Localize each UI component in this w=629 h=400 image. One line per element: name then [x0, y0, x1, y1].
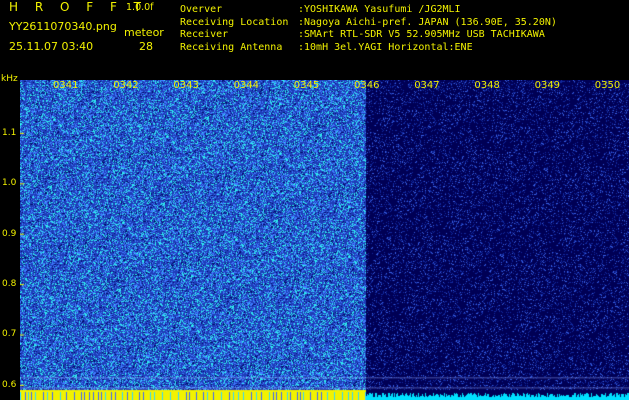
freq-tick-label: 0.9	[2, 228, 17, 239]
info-row-location: Receiving Location :Nagoya Aichi-pref. J…	[180, 17, 557, 30]
time-label: 0348	[474, 80, 500, 91]
info-key: Overver	[180, 4, 223, 15]
meteor-label: meteor	[124, 26, 164, 39]
header-panel: H R O F F T 1.0.0f YY2611070340.png mete…	[0, 0, 629, 76]
station-info: Overver :YOSHIKAWA Yasufumi /JG2MLI Rece…	[180, 4, 557, 54]
info-key: Receiver	[180, 29, 229, 41]
time-label: 0347	[414, 80, 440, 91]
time-label: 0343	[173, 80, 199, 91]
info-value: :Nagoya Aichi-pref. JAPAN (136.90E, 35.2…	[298, 16, 557, 28]
info-key: Receiving Location	[180, 16, 289, 28]
info-value: :YOSHIKAWA Yasufumi /JG2MLI	[298, 4, 461, 15]
time-label: 0341	[53, 80, 79, 91]
info-row-receiver: Receiver :SMArt RTL-SDR V5 52.905MHz USB…	[180, 29, 557, 42]
time-label: 0344	[233, 80, 260, 91]
freq-tick-label: 1.0	[2, 178, 17, 189]
info-row-antenna: Receiving Antenna :10mH 3el.YAGI Horizon…	[180, 42, 557, 55]
info-row-observer: Overver :YOSHIKAWA Yasufumi /JG2MLI	[180, 4, 557, 17]
time-label: 0342	[113, 80, 139, 91]
time-label: 0349	[534, 80, 561, 91]
freq-tick-label: 0.7	[2, 329, 17, 340]
file-name: YY2611070340.png	[9, 20, 117, 33]
datetime: 25.11.07 03:40	[9, 40, 94, 53]
time-label: 0350	[594, 80, 621, 91]
axis-unit-label: kHz	[1, 74, 18, 84]
spectrogram-canvas	[20, 80, 629, 400]
info-value: :10mH 3el.YAGI Horizontal:ENE	[298, 41, 473, 53]
meteor-count: 28	[139, 40, 153, 53]
time-label: 0345	[293, 80, 320, 91]
freq-tick-label: 0.6	[2, 379, 17, 390]
freq-tick-label: 1.1	[2, 127, 17, 138]
freq-tick-label: 0.8	[2, 279, 17, 290]
app-version: 1.0.0f	[126, 2, 154, 13]
info-key: Receiving Antenna	[180, 41, 283, 53]
info-value: :SMArt RTL-SDR V5 52.905MHz USB TACHIKAW…	[298, 29, 545, 41]
time-label: 0346	[354, 80, 380, 91]
